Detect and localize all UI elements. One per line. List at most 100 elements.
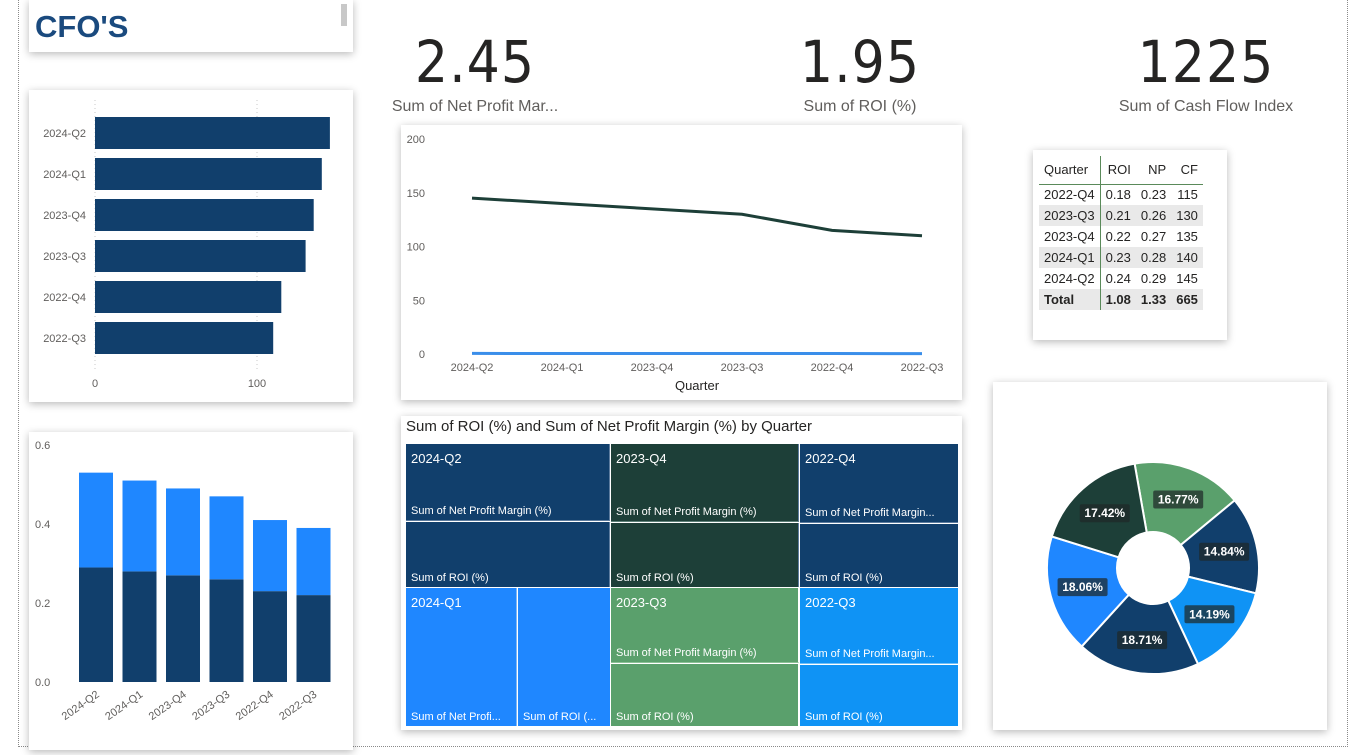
scrollbar[interactable] xyxy=(341,4,347,26)
line-chart[interactable]: 0 50 100 150 200 2024-Q2 2024-Q1 2023-Q4 2023-Q3… xyxy=(401,125,962,400)
category-label: 2022-Q3 xyxy=(277,689,319,723)
bar[interactable] xyxy=(95,322,274,354)
x-tick-label: 100 xyxy=(248,378,266,390)
treemap-cell-label: Sum of ROI (%) xyxy=(616,572,694,584)
table-cell: 2024-Q1 xyxy=(1044,250,1095,265)
category-label: 2024-Q1 xyxy=(103,689,145,723)
kpi-cash-flow[interactable]: 1225 Sum of Cash Flow Index xyxy=(1106,32,1306,116)
x-tick-label: 2022-Q4 xyxy=(811,362,854,374)
table-row[interactable]: 2023-Q3 0.21 0.26 130 xyxy=(1039,205,1203,226)
bar[interactable] xyxy=(95,281,282,313)
table-cell: 2022-Q4 xyxy=(1044,187,1095,203)
treemap-cell-2023q4-roi[interactable]: Sum of ROI (%) xyxy=(611,523,799,587)
table-row[interactable]: 2024-Q1 0.23 0.28 140 xyxy=(1039,247,1203,268)
treemap-cell-2023q4-np[interactable]: 2023-Q4 Sum of Net Profit Margin (%) xyxy=(611,444,799,522)
col-quarter[interactable]: Quarter xyxy=(1039,156,1100,184)
treemap-cell-2024q1-roi[interactable]: Sum of ROI (... xyxy=(518,588,610,726)
treemap-cell-label: Sum of ROI (... xyxy=(523,711,597,723)
treemap-cell-label: Sum of Net Profi... xyxy=(411,711,501,723)
quarter-table-card[interactable]: Quarter ROI NP CF 2022-Q4 0.18 0.23 115 202… xyxy=(1033,150,1227,340)
treemap-group-label: 2024-Q1 xyxy=(411,595,462,610)
data-label: 18.71% xyxy=(1122,633,1163,647)
table-cell: 1.08 xyxy=(1099,289,1136,310)
bar-segment[interactable] xyxy=(209,496,244,580)
treemap-cell-2023q3-np[interactable]: 2023-Q3 Sum of Net Profit Margin (%) xyxy=(611,588,799,663)
quarter-table[interactable]: Quarter ROI NP CF 2022-Q4 0.18 0.23 115 202… xyxy=(1039,156,1203,310)
treemap-cell-2024q1-np[interactable]: 2024-Q1 Sum of Net Profi... xyxy=(406,588,517,726)
treemap-cell-2022q3-np[interactable]: 2022-Q3 Sum of Net Profit Margin... xyxy=(800,588,958,664)
bar[interactable] xyxy=(95,158,322,190)
donut-chart[interactable]: 16.77% 14.84% 14.19% 18.71% 18.06% 17.42% xyxy=(993,382,1327,730)
treemap-cell-label: Sum of Net Profit Margin (%) xyxy=(616,647,757,659)
treemap-cell-2022q4-np[interactable]: 2022-Q4 Sum of Net Profit Margin... xyxy=(800,444,958,523)
table-row[interactable]: 2023-Q4 0.22 0.27 135 xyxy=(1039,226,1203,247)
kpi-value: 1225 xyxy=(1137,28,1275,96)
treemap-cell-label: Sum of Net Profit Margin (%) xyxy=(411,505,552,517)
table-cell: 2023-Q3 xyxy=(1044,208,1095,223)
bar-segment[interactable] xyxy=(253,520,287,592)
bar-segment[interactable] xyxy=(122,480,157,572)
bar-segment[interactable] xyxy=(253,591,287,682)
table-row[interactable]: 2022-Q4 0.18 0.23 115 xyxy=(1039,184,1203,205)
bar[interactable] xyxy=(95,240,306,272)
kpi-net-profit[interactable]: 2.45 Sum of Net Profit Mar... xyxy=(385,32,565,116)
table-row[interactable]: 2024-Q2 0.24 0.29 145 xyxy=(1039,268,1203,289)
treemap-cell-2024q2-roi[interactable]: Sum of ROI (%) xyxy=(406,522,610,587)
treemap-cell-2022q4-roi[interactable]: Sum of ROI (%) xyxy=(800,524,958,587)
y-tick-label: 200 xyxy=(407,134,425,146)
category-label: 2022-Q4 xyxy=(43,292,86,304)
bar-segment[interactable] xyxy=(296,527,331,596)
bar-segment[interactable] xyxy=(166,488,200,576)
hbar-chart-card[interactable]: 2024-Q2 2024-Q1 2023-Q4 2023-Q3 2022-Q4 2022-… xyxy=(29,90,353,402)
data-label: 14.19% xyxy=(1189,607,1230,621)
category-label: 2023-Q4 xyxy=(147,689,189,723)
table-cell: 0.24 xyxy=(1099,268,1136,289)
table-cell: 0.28 xyxy=(1140,250,1167,265)
data-label: 18.06% xyxy=(1062,580,1103,594)
table-cell: 0.21 xyxy=(1099,205,1136,226)
bar-segment[interactable] xyxy=(166,575,200,682)
category-label: 2023-Q3 xyxy=(43,251,86,263)
bar-segment[interactable] xyxy=(209,579,244,682)
category-label: 2022-Q3 xyxy=(43,333,86,345)
category-label: 2024-Q1 xyxy=(43,169,86,181)
col-roi[interactable]: ROI xyxy=(1099,156,1136,184)
treemap-cell-label: Sum of Net Profit Margin... xyxy=(805,507,935,519)
page-title: CFO'S xyxy=(35,9,129,44)
col-np[interactable]: NP xyxy=(1136,156,1171,184)
treemap-cell-label: Sum of ROI (%) xyxy=(805,711,883,723)
col-cf[interactable]: CF xyxy=(1171,156,1203,184)
x-tick-label: 2024-Q2 xyxy=(451,362,494,374)
x-tick-label: 2023-Q3 xyxy=(721,362,764,374)
line-chart-card[interactable]: 0 50 100 150 200 2024-Q2 2024-Q1 2023-Q4 2023-Q3… xyxy=(401,125,962,400)
treemap-cell-2022q3-roi[interactable]: Sum of ROI (%) xyxy=(800,665,958,726)
bar-segment[interactable] xyxy=(79,472,113,568)
treemap-cell-2023q3-roi[interactable]: Sum of ROI (%) xyxy=(611,664,799,726)
table-header-row: Quarter ROI NP CF xyxy=(1039,156,1203,184)
bar-segment[interactable] xyxy=(79,567,113,682)
table-cell: 115 xyxy=(1177,187,1198,203)
y-tick-label: 0 xyxy=(419,349,425,361)
kpi-roi[interactable]: 1.95 Sum of ROI (%) xyxy=(770,32,950,116)
y-tick-label: 0.6 xyxy=(35,440,50,452)
series-line[interactable] xyxy=(471,196,923,238)
stacked-column-chart[interactable]: 0.0 0.2 0.4 0.6 2024-Q2 2024-Q1 2023-Q4 2023-Q3… xyxy=(29,432,353,750)
table-cell: 1.33 xyxy=(1140,292,1167,307)
treemap-cell-2024q2-np[interactable]: 2024-Q2 Sum of Net Profit Margin (%) xyxy=(406,444,610,521)
bar-segment[interactable] xyxy=(122,571,157,682)
y-tick-label: 150 xyxy=(407,188,425,200)
treemap-cell-label: Sum of Net Profit Margin (%) xyxy=(616,506,757,518)
bar-segment[interactable] xyxy=(296,595,331,682)
bar[interactable] xyxy=(95,199,314,231)
stacked-column-card[interactable]: 0.0 0.2 0.4 0.6 2024-Q2 2024-Q1 2023-Q4 2023-Q3… xyxy=(29,432,353,750)
treemap-group-label: 2022-Q3 xyxy=(805,595,856,610)
data-label: 14.84% xyxy=(1204,545,1245,559)
treemap-cell-label: Sum of ROI (%) xyxy=(411,572,489,584)
hbar-chart[interactable]: 2024-Q2 2024-Q1 2023-Q4 2023-Q3 2022-Q4 2022-… xyxy=(29,90,353,402)
donut-chart-card[interactable]: 16.77% 14.84% 14.19% 18.71% 18.06% 17.42% xyxy=(993,382,1327,730)
treemap-group-label: 2023-Q3 xyxy=(616,595,667,610)
treemap-group-label: 2022-Q4 xyxy=(805,451,856,466)
category-label: 2024-Q2 xyxy=(43,128,86,140)
bar[interactable] xyxy=(95,117,330,149)
table-cell: 2023-Q4 xyxy=(1044,229,1095,244)
